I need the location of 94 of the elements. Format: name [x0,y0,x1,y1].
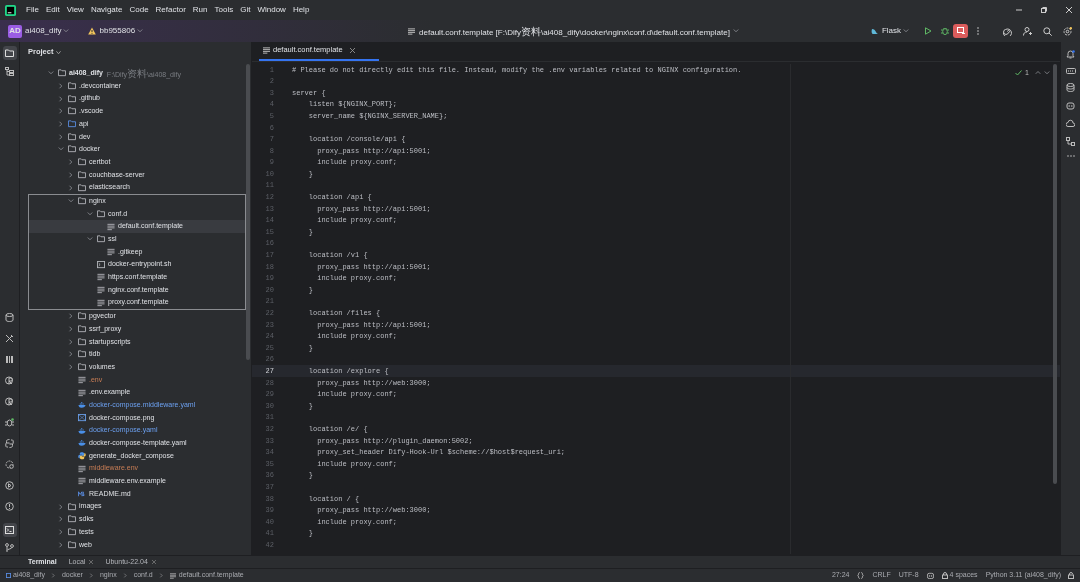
minimize-icon[interactable] [1016,7,1022,13]
play-circle-icon[interactable] [5,481,14,490]
chevron-down-icon[interactable] [48,70,54,77]
terminal-file-icon [97,260,105,269]
close-icon[interactable] [1066,7,1072,13]
database-icon[interactable] [1066,83,1075,92]
chevron-right-icon [88,573,94,578]
run-icon[interactable] [924,27,932,35]
run-configuration[interactable]: Flask [881,25,901,37]
file-icon [169,572,176,579]
file-icon [263,46,270,54]
chevron-right-icon [122,573,128,578]
settings-icon[interactable] [1063,26,1072,36]
tools-icon[interactable] [5,334,14,343]
search-icon[interactable] [1043,26,1052,36]
whale-icon [78,439,86,448]
chevron-down-icon[interactable] [87,236,93,243]
image-file-icon [78,413,86,422]
text-file-icon [78,464,86,473]
unlock-icon[interactable] [1068,572,1074,579]
problems-icon[interactable] [5,502,14,511]
text-file-icon [97,286,105,295]
bug-icon[interactable] [941,27,949,35]
cloud-icon[interactable] [1066,119,1075,128]
menu-item[interactable]: View [66,4,84,16]
lock-icon [941,572,948,579]
scrollbar[interactable] [1053,64,1057,484]
menu-item[interactable]: Run [192,4,208,16]
project-tool-button[interactable] [2,46,17,60]
folder-icon [97,235,105,244]
whale-icon [78,426,86,435]
module-icon [6,573,11,578]
add-user-icon[interactable] [1023,26,1032,36]
chevron-down-icon[interactable] [63,28,70,34]
chevron-down-icon[interactable] [732,28,739,34]
database-icon[interactable] [5,313,14,322]
chevron-down-icon[interactable] [1044,70,1050,77]
menu-item[interactable]: Window [257,4,286,16]
text-file-icon [107,222,115,231]
scrollbar[interactable] [246,64,250,360]
python-icon[interactable] [5,439,14,448]
branch-name[interactable]: bb955806 [99,25,136,37]
menu-item[interactable]: Navigate [90,4,123,16]
stop-icon [956,27,965,35]
file-icon [408,27,416,35]
project-badge: AD [8,24,22,38]
terminal-tool-button[interactable] [2,523,17,537]
chevron-down-icon[interactable] [137,28,144,34]
text-file-icon [97,298,105,307]
menu-item[interactable]: Git [240,4,251,16]
braces-icon[interactable] [857,572,865,579]
text-file-icon [78,388,86,397]
whale-icon [78,401,86,410]
chevron-down-icon[interactable] [68,198,74,205]
warning-icon [88,27,97,35]
columns-icon[interactable] [5,355,14,364]
window-title: default.conf.template [F:\Dify资料\ai408_dify\docker\nginx\conf.d\default.conf.template] [419,24,730,39]
folder-icon [5,49,14,57]
robot-icon[interactable] [926,572,934,579]
project-name[interactable]: ai408_dify [25,25,62,37]
chevron-right-icon [50,573,56,578]
menu-item[interactable]: Tools [214,4,234,16]
chevron-down-icon[interactable] [56,49,62,55]
menu-item[interactable]: File [26,4,39,16]
menu-item[interactable]: Edit [45,4,60,16]
hierarchy-icon[interactable] [1066,137,1075,146]
flask-icon [870,27,879,35]
chevron-down-icon[interactable] [903,28,909,34]
chevron-down-icon[interactable] [87,210,93,217]
terminal-icon [5,526,14,534]
robot-icon[interactable] [1066,101,1075,110]
json-icon[interactable] [1065,68,1076,74]
stop-button[interactable] [953,24,968,38]
menu-item[interactable]: Refactor [155,4,186,16]
app-logo-icon[interactable] [5,4,16,16]
menu-item[interactable]: Help [292,4,310,16]
chevron-right-icon [158,573,164,578]
folder-icon [97,209,105,218]
restore-icon[interactable] [1041,7,1047,13]
check-icon [1015,70,1023,77]
python-icon [78,451,86,460]
chevron-down-icon[interactable] [58,146,64,153]
spiral-icon[interactable] [1003,26,1012,36]
markdown-icon [78,490,86,499]
structure-icon[interactable] [5,67,14,76]
bug-icon[interactable] [5,418,14,427]
bell-icon[interactable] [1066,50,1075,59]
menu-item[interactable]: Code [129,4,149,16]
text-file-icon [107,247,115,256]
text-file-icon [97,273,105,282]
text-file-icon [78,477,86,486]
close-icon[interactable] [349,47,355,53]
git-branch-icon[interactable] [5,543,14,552]
text-file-icon [78,375,86,384]
